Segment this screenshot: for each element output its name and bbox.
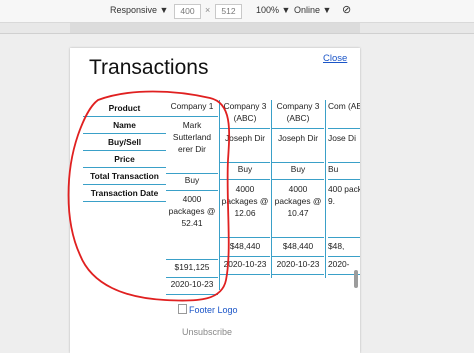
- date-cell: 2020-10-23: [272, 258, 324, 275]
- row-label-buy-sell: Buy/Sell: [83, 134, 166, 151]
- table-column-2: Company 3 (ABC) Joseph Dir Buy 4000 pack…: [220, 100, 270, 290]
- product-cell: Com (AB: [328, 100, 360, 129]
- total-cell: $48,: [328, 240, 360, 257]
- row-label-total: Total Transaction: [83, 168, 166, 185]
- footer-logo-image[interactable]: Footer Logo: [178, 304, 238, 315]
- media-query-ruler[interactable]: [0, 23, 474, 34]
- buy-sell-cell: Buy: [220, 163, 270, 180]
- device-toolbar: Responsive ▼ 400 × 512 100% ▼ Online ▼ ⊘: [0, 0, 474, 23]
- rotate-icon[interactable]: ⊘: [342, 3, 351, 16]
- price-cell: 400 pack @ 9.: [328, 181, 360, 238]
- network-throttle-select[interactable]: Online ▼: [294, 5, 331, 15]
- row-label-name: Name: [83, 117, 166, 134]
- price-cell: 4000 packages @ 52.41: [166, 191, 218, 260]
- name-cell: Mark Sutterland erer Dir: [166, 117, 218, 174]
- price-cell: 4000 packages @ 12.06: [220, 181, 270, 238]
- date-cell: 2020-10-23: [220, 258, 270, 275]
- date-cell: 2020-10-23: [166, 278, 218, 295]
- row-label-price: Price: [83, 151, 166, 168]
- total-cell: $48,440: [272, 240, 324, 257]
- total-cell: $48,440: [220, 240, 270, 257]
- buy-sell-cell: Buy: [166, 174, 218, 191]
- product-cell: Company 3 (ABC): [272, 100, 324, 129]
- viewport-width-input[interactable]: 400: [174, 4, 201, 19]
- email-page: Transactions Close Product Name Buy/Sell…: [70, 48, 360, 353]
- viewport-height-input[interactable]: 512: [215, 4, 242, 19]
- product-cell: Company 1: [166, 100, 218, 117]
- ruler-segment[interactable]: [70, 23, 360, 33]
- total-cell: $191,125: [166, 261, 218, 278]
- table-column-3: Company 3 (ABC) Joseph Dir Buy 4000 pack…: [272, 100, 324, 290]
- row-label-date: Transaction Date: [83, 185, 166, 202]
- name-cell: Jose Di: [328, 130, 360, 163]
- horizontal-scrollbar-thumb[interactable]: [354, 270, 358, 288]
- table-column-1: Company 1 Mark Sutterland erer Dir Buy 4…: [166, 100, 218, 295]
- zoom-select[interactable]: 100% ▼: [256, 5, 290, 15]
- page-title: Transactions: [89, 56, 209, 79]
- dimension-separator: ×: [205, 5, 211, 15]
- name-cell: Joseph Dir: [272, 130, 324, 163]
- buy-sell-cell: Bu: [328, 163, 360, 180]
- product-cell: Company 3 (ABC): [220, 100, 270, 129]
- name-cell: Joseph Dir: [220, 130, 270, 163]
- row-label-product: Product: [83, 100, 166, 117]
- broken-image-icon: [178, 304, 187, 314]
- price-cell: 4000 packages @ 10.47: [272, 181, 324, 238]
- close-link[interactable]: Close: [323, 53, 347, 64]
- table-column-4: Com (AB Jose Di Bu 400 pack @ 9. $48, 20…: [326, 100, 360, 290]
- device-mode-select[interactable]: Responsive ▼: [110, 5, 168, 15]
- buy-sell-cell: Buy: [272, 163, 324, 180]
- unsubscribe-link[interactable]: Unsubscribe: [182, 327, 232, 337]
